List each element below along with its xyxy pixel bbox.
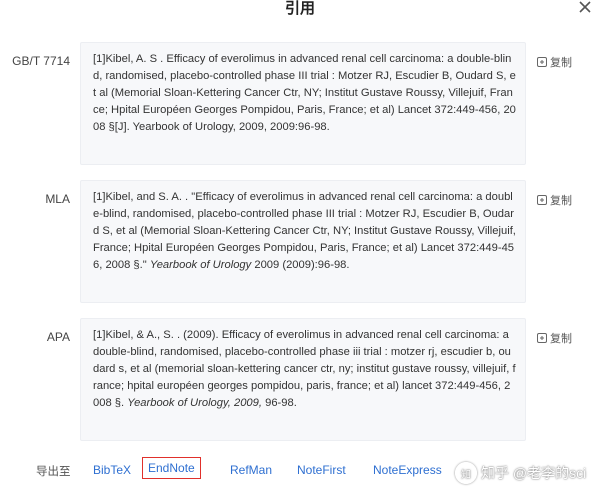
copy-label: 复制 <box>550 195 572 207</box>
copy-label: 复制 <box>550 333 572 345</box>
dialog-title: 引用 <box>284 0 315 17</box>
citation-style-label: APA <box>46 330 70 344</box>
citation-text-box: [1]Kibel, & A., S. . (2009). Efficacy of… <box>80 318 526 441</box>
citation-style-label: GB/T 7714 <box>12 54 70 68</box>
citation-journal: Yearbook of Urology <box>149 259 252 271</box>
watermark-text: 知乎 @老李的sci <box>481 465 587 481</box>
copy-label: 复制 <box>550 57 572 69</box>
citation-journal: Yearbook of Urology, 2009, <box>127 397 262 409</box>
export-label: 导出至 <box>36 466 71 478</box>
watermark: 知 知乎 @老李的sci <box>455 462 586 484</box>
copy-button[interactable]: 复制 <box>537 192 572 208</box>
copy-icon <box>537 195 547 205</box>
close-icon <box>579 1 591 13</box>
copy-icon <box>537 57 547 67</box>
citation-text-box: [1]Kibel, A. S . Efficacy of everolimus … <box>80 42 526 165</box>
citation-style-label: MLA <box>45 192 70 206</box>
copy-icon <box>537 333 547 343</box>
citation-text: [1]Kibel, A. S . Efficacy of everolimus … <box>93 53 516 133</box>
export-link-notefirst[interactable]: NoteFirst <box>297 463 346 477</box>
citation-tail: 96-98. <box>261 397 297 409</box>
close-button[interactable] <box>578 0 592 14</box>
copy-button[interactable]: 复制 <box>537 54 572 70</box>
watermark-logo-icon: 知 <box>455 462 477 484</box>
export-link-refman[interactable]: RefMan <box>230 463 272 477</box>
copy-button[interactable]: 复制 <box>537 330 572 346</box>
export-link-noteexpress[interactable]: NoteExpress <box>373 463 442 477</box>
export-link-bibtex[interactable]: BibTeX <box>93 463 131 477</box>
citation-tail: 2009 (2009):96-98. <box>251 259 350 271</box>
citation-text-box: [1]Kibel, and S. A. . "Efficacy of evero… <box>80 180 526 303</box>
export-link-endnote[interactable]: EndNote <box>142 457 201 479</box>
